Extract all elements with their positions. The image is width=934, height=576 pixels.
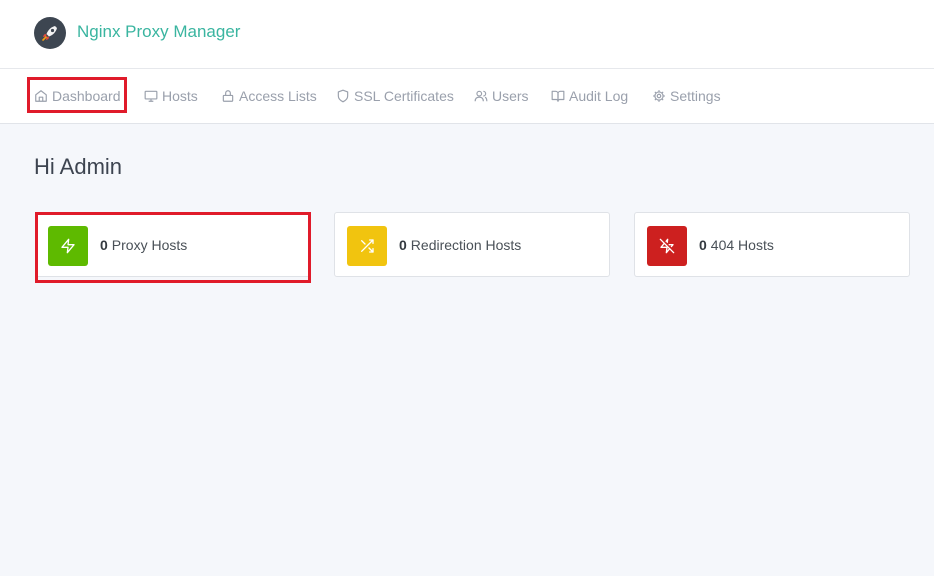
nav-item-settings[interactable]: Settings xyxy=(652,69,721,123)
nav-item-access-lists[interactable]: Access Lists xyxy=(221,69,317,123)
gear-icon xyxy=(652,89,666,103)
404-hosts-card[interactable]: 0 404 Hosts xyxy=(634,212,910,277)
shuffle-icon xyxy=(347,226,387,266)
app-header: Nginx Proxy Manager xyxy=(0,0,934,69)
zap-off-icon xyxy=(647,226,687,266)
shield-icon xyxy=(336,89,350,103)
page-title: Hi Admin xyxy=(34,154,123,179)
nav-item-label: Access Lists xyxy=(239,88,317,104)
highlight-box-proxy-hosts xyxy=(35,212,311,283)
nav-item-label: Hosts xyxy=(162,88,198,104)
nav-item-users[interactable]: Users xyxy=(474,69,529,123)
card-label: 404 Hosts xyxy=(710,237,774,253)
app-title[interactable]: Nginx Proxy Manager xyxy=(77,22,240,42)
redirection-hosts-card[interactable]: 0 Redirection Hosts xyxy=(334,212,610,277)
lock-icon xyxy=(221,89,235,103)
nav-item-label: Settings xyxy=(670,88,721,104)
nav-item-ssl-certificates[interactable]: SSL Certificates xyxy=(336,69,454,123)
card-stat: 0 404 Hosts xyxy=(699,237,774,253)
card-stat: 0 Redirection Hosts xyxy=(399,237,521,253)
highlight-box-dashboard xyxy=(27,77,127,113)
nav-item-audit-log[interactable]: Audit Log xyxy=(551,69,628,123)
book-icon xyxy=(551,89,565,103)
monitor-icon xyxy=(144,89,158,103)
card-count: 0 xyxy=(699,237,707,253)
nav-item-label: Audit Log xyxy=(569,88,629,104)
nav-item-hosts[interactable]: Hosts xyxy=(144,69,198,123)
rocket-logo-icon[interactable] xyxy=(34,17,66,49)
card-label: Redirection Hosts xyxy=(410,237,522,253)
nav-item-label: SSL Certificates xyxy=(354,88,454,104)
nav-item-label: Users xyxy=(492,88,529,104)
main-nav: Dashboard Hosts Access Lists SSL Certifi… xyxy=(0,69,934,124)
users-icon xyxy=(474,89,488,103)
card-count: 0 xyxy=(399,237,407,253)
